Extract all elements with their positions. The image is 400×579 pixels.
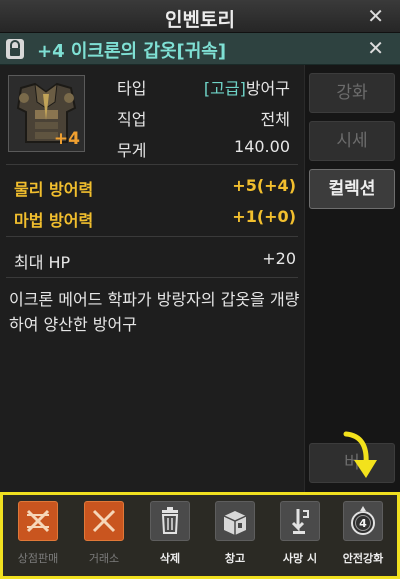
death-drop-button[interactable]: 사망 시 (271, 501, 329, 566)
safe-enchant-count: 4 (359, 517, 367, 530)
exchange-button[interactable]: 거래소 (75, 501, 133, 566)
info-label-type: 타입 (117, 79, 147, 98)
action-label: 거래소 (88, 552, 120, 565)
action-label: 삭제 (159, 552, 181, 565)
storage-button[interactable]: 창고 (206, 501, 264, 566)
info-value-type: [고급]방어구 (204, 75, 290, 99)
action-label: 안전강화 (342, 552, 384, 565)
item-icon-slot: +4 (8, 75, 85, 152)
side-button-panel: 강화 시세 컬렉션 버 (304, 65, 400, 492)
info-value-weight: 140.00 (234, 137, 290, 156)
safe-enchant-icon: 4 (343, 501, 383, 541)
market-price-button[interactable]: 시세 (309, 121, 395, 161)
item-detail-panel: +4 타입 [고급]방어구 직업 전체 무게 140.00 물리 방어력 +5(… (0, 65, 304, 492)
stat-value-magic-defense: +1(+0) (232, 207, 296, 226)
storage-box-icon (215, 501, 255, 541)
info-label-weight: 무게 (117, 141, 147, 160)
item-name: +4 이크론의 갑옷[귀속] (37, 41, 227, 62)
divider (6, 236, 298, 237)
safe-enchant-button[interactable]: 4 안전강화 (334, 501, 392, 566)
stat-value-max-hp: +20 (262, 249, 296, 268)
action-label: 사망 시 (282, 552, 318, 565)
stat-label-physical-defense: 물리 방어력 (14, 180, 94, 199)
info-label-class: 직업 (117, 110, 147, 129)
death-drop-icon (280, 501, 320, 541)
action-label: 창고 (224, 552, 246, 565)
collection-button[interactable]: 컬렉션 (309, 169, 395, 209)
disabled-x-icon (18, 501, 58, 541)
window-titlebar: 인벤토리 ✕ (0, 0, 400, 33)
info-grade: [고급] (203, 79, 246, 98)
sell-to-shop-button[interactable]: 상점판매 (9, 501, 67, 566)
trash-icon (150, 501, 190, 541)
item-close-button[interactable]: ✕ (367, 36, 384, 60)
stat-value-physical-defense: +5(+4) (232, 176, 296, 195)
pointer-arrow-icon (343, 431, 377, 478)
window-title: 인벤토리 (165, 9, 235, 31)
window-close-button[interactable]: ✕ (367, 4, 384, 28)
enchant-level: +4 (53, 129, 80, 149)
divider (6, 164, 298, 165)
info-value-class: 전체 (260, 110, 290, 129)
divider (6, 277, 298, 278)
item-description: 이크론 메어드 학파가 방랑자의 갑옷을 개량하여 양산한 방어구 (9, 290, 300, 334)
lock-icon[interactable] (5, 38, 25, 60)
disabled-x-icon (84, 501, 124, 541)
action-label: 상점판매 (17, 552, 59, 565)
stat-label-magic-defense: 마법 방어력 (14, 211, 94, 230)
delete-button[interactable]: 삭제 (141, 501, 199, 566)
action-bar: 상점판매 거래소 삭제 창고 사망 시 4 안전강화 (0, 492, 400, 579)
enhance-button[interactable]: 강화 (309, 73, 395, 113)
item-header: +4 이크론의 갑옷[귀속] ✕ (0, 33, 400, 65)
stat-label-max-hp: 최대 HP (14, 253, 71, 272)
info-type-value: 방어구 (245, 79, 290, 98)
